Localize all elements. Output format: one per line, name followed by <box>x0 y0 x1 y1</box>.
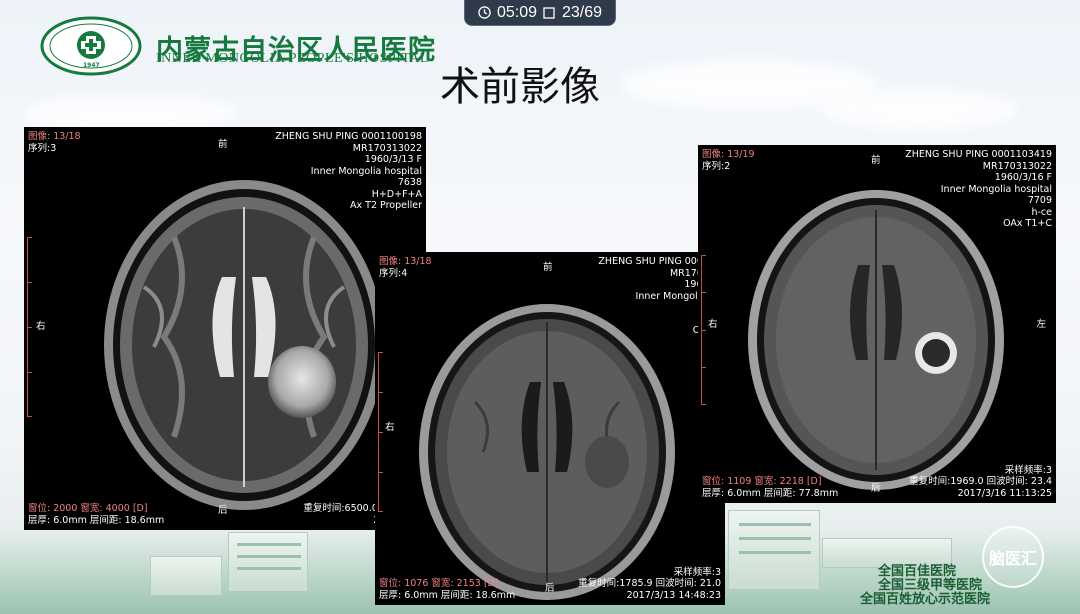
clock-icon <box>478 6 491 19</box>
orientation-right: 右 <box>36 321 46 332</box>
slice-thickness: 层厚: 6.0mm 层间距: 77.8mm <box>702 487 839 499</box>
patient-info: ZHENG SHU PING 0001100198 MR170313022 19… <box>275 131 422 212</box>
scan-info-top-left: 图像: 13/18 序列:4 <box>379 256 432 279</box>
slice-thickness: 层厚: 6.0mm 层间距: 18.6mm <box>28 514 165 526</box>
hospital-building <box>728 510 820 590</box>
slogan-line: 全国三级甲等医院 <box>878 578 983 593</box>
sequence-name: Ax T2 Propeller <box>350 200 422 211</box>
elapsed-time: 05:09 <box>496 3 537 21</box>
series-index: 序列:2 <box>702 160 731 172</box>
slogan-line: 全国百佳医院 <box>878 564 957 579</box>
orientation-anterior: 前 <box>543 262 553 273</box>
scale-ruler <box>378 352 383 512</box>
hospital-building <box>150 556 222 596</box>
mr-number: MR170313022 <box>982 160 1052 172</box>
scan-info-bottom-right: 采样频率:3 重复时间:1969.0 回波时间: 23.4 2017/3/16 … <box>909 465 1052 500</box>
hospital-building <box>228 532 308 592</box>
orientation-right: 右 <box>708 319 718 330</box>
series-index: 序列:4 <box>379 267 408 279</box>
orientation-anterior: 前 <box>871 155 881 166</box>
logo-year: 1947 <box>83 62 100 69</box>
slide-counter: 23/69 <box>562 3 603 21</box>
scan-date: 2017/3/13 14:48:23 <box>626 589 721 601</box>
scan-info-bottom-left: 窗位: 1109 窗宽: 2218 [D] 层厚: 6.0mm 层间距: 77.… <box>702 476 838 499</box>
hospital-label: Inner Mongolia hospital <box>940 183 1052 195</box>
mri-scan-t2[interactable]: 图像: 13/18 序列:3 前 ZHENG SHU PING 00011001… <box>24 127 426 530</box>
mri-scan-t1[interactable]: 图像: 13/18 序列:4 前 ZHENG SHU PING 000110 M… <box>375 252 725 605</box>
repetition-time: 重复时间:1785.9 回波时间: 21.0 <box>578 578 721 589</box>
slice-thickness: 层厚: 6.0mm 层间距: 18.6mm <box>379 589 516 601</box>
scale-ruler <box>701 255 706 405</box>
study-code: 7638 <box>397 177 422 188</box>
study-code: 7709 <box>1027 195 1052 206</box>
orientation-posterior: 后 <box>218 505 228 516</box>
patient-name: ZHENG SHU PING 0001103419 <box>905 149 1052 160</box>
slogan-line: 全国百姓放心示范医院 <box>860 592 991 607</box>
orientation-posterior: 后 <box>545 583 555 594</box>
series-index: 序列:3 <box>28 142 57 154</box>
patient-info: ZHENG SHU PING 0001103419 MR170313022 19… <box>905 149 1052 230</box>
birth-date: 1960/3/16 F <box>994 172 1052 183</box>
scan-info-bottom-left: 窗位: 1076 窗宽: 2153 [D] 层厚: 6.0mm 层间距: 18.… <box>379 578 515 601</box>
scale-ruler <box>27 237 32 417</box>
page-title: 术前影像 <box>440 64 600 110</box>
mr-number: MR170313022 <box>352 142 422 154</box>
background-cloud <box>820 90 1020 130</box>
window-level: 窗位: 1076 窗宽: 2153 [D] <box>379 578 499 589</box>
hospital-label: Inner Mongolia hospital <box>310 165 422 177</box>
scan-info-top-left: 图像: 13/19 序列:2 <box>702 149 755 172</box>
coil-info: H+D+F+A <box>371 188 422 200</box>
orientation-anterior: 前 <box>218 139 228 150</box>
orientation-left: 左 <box>1036 319 1046 330</box>
orientation-posterior: 后 <box>871 483 881 494</box>
scan-date: 2017/3/16 11:13:25 <box>957 487 1052 499</box>
sequence-name: OAx T1+C <box>1003 218 1052 229</box>
image-index: 图像: 13/19 <box>702 149 755 160</box>
slogan-block: 全国百佳医院 全国三级甲等医院 全国百姓放心示范医院 <box>842 565 990 607</box>
scan-info-top-left: 图像: 13/18 序列:3 <box>28 131 81 154</box>
slide-icon <box>543 6 556 19</box>
hospital-name-en: INNER MONGOLIA PEOPLE'S HOSPITAL <box>156 51 429 66</box>
repetition-time: 重复时间:1969.0 回波时间: 23.4 <box>909 476 1052 487</box>
sampling-rate: 采样频率:3 <box>673 566 721 578</box>
image-index: 图像: 13/18 <box>379 256 432 267</box>
orientation-right: 右 <box>385 422 395 433</box>
slide-timer[interactable]: 05:09 23/69 <box>464 0 616 26</box>
image-index: 图像: 13/18 <box>28 131 81 142</box>
window-level: 窗位: 1109 窗宽: 2218 [D] <box>702 476 822 487</box>
window-level: 窗位: 2000 窗宽: 4000 [D] <box>28 503 148 514</box>
coil-info: h-ce <box>1031 206 1052 218</box>
hospital-logo: 1947 <box>40 16 142 76</box>
mri-scan-t1-contrast[interactable]: 图像: 13/19 序列:2 前 ZHENG SHU PING 00011034… <box>698 145 1056 503</box>
birth-date: 1960/3/13 F <box>364 154 422 165</box>
background-cloud <box>20 95 240 131</box>
scan-info-bottom-left: 窗位: 2000 窗宽: 4000 [D] 层厚: 6.0mm 层间距: 18.… <box>28 503 164 526</box>
sampling-rate: 采样频率:3 <box>1004 464 1052 476</box>
patient-name: ZHENG SHU PING 0001100198 <box>275 131 422 142</box>
scan-info-bottom-right: 采样频率:3 重复时间:1785.9 回波时间: 21.0 2017/3/13 … <box>578 567 721 602</box>
watermark-badge: 脑医汇 <box>982 526 1044 588</box>
